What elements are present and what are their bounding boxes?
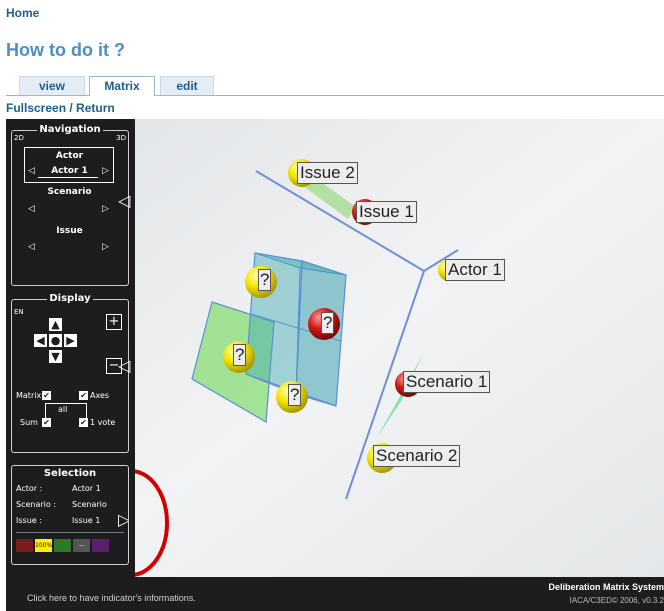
fullscreen-link[interactable]: Fullscreen bbox=[6, 101, 66, 115]
matrix-viewer[interactable]: Issue 2 Issue 1 Actor 1 Scenario 1 Scena… bbox=[6, 119, 664, 611]
swatch-yellow[interactable]: 100% bbox=[35, 539, 52, 552]
swatch-purple[interactable] bbox=[92, 539, 109, 552]
tab-edit[interactable]: edit bbox=[160, 76, 214, 95]
tab-matrix[interactable]: Matrix bbox=[89, 76, 155, 96]
home-link[interactable]: Home bbox=[6, 6, 39, 20]
label-unknown-top[interactable]: ? bbox=[258, 269, 272, 291]
selection-issue-row: Issue : Issue 1 bbox=[16, 516, 100, 525]
view-links: Fullscreen / Return bbox=[6, 101, 115, 115]
swatch-grey[interactable]: — bbox=[73, 539, 90, 552]
tab-view[interactable]: view bbox=[19, 76, 85, 95]
navigation-collapse-icon[interactable]: ◁ bbox=[118, 193, 130, 209]
selection-issue-key: Issue : bbox=[16, 516, 42, 525]
link-separator: / bbox=[66, 101, 77, 115]
selection-actor-key: Actor : bbox=[16, 484, 43, 493]
pan-up-icon[interactable]: ▲ bbox=[49, 318, 62, 331]
mode-3d-button[interactable]: 3D bbox=[116, 134, 126, 142]
label-issue1[interactable]: Issue 1 bbox=[356, 201, 417, 223]
label-unknown-bottom[interactable]: ? bbox=[288, 384, 302, 406]
sum-checkbox[interactable]: ✔ bbox=[42, 418, 51, 427]
axes-checkbox[interactable]: ✔ bbox=[79, 391, 88, 400]
scenario-label: Scenario bbox=[47, 187, 92, 197]
actor-prev-icon[interactable]: ◁ bbox=[28, 166, 35, 176]
pan-center-icon[interactable]: ● bbox=[49, 334, 62, 347]
issue-label: Issue bbox=[56, 226, 83, 236]
label-scenario2[interactable]: Scenario 2 bbox=[373, 445, 461, 467]
swatch-green[interactable] bbox=[54, 539, 71, 552]
matrix-label: Matrix bbox=[16, 391, 42, 400]
language-button[interactable]: EN bbox=[14, 308, 24, 316]
label-actor1[interactable]: Actor 1 bbox=[445, 259, 505, 281]
issue-prev-icon[interactable]: ◁ bbox=[28, 242, 35, 252]
pan-down-icon[interactable]: ▼ bbox=[49, 350, 62, 363]
selection-panel: Selection Actor : Actor 1 Scenario : Scena… bbox=[11, 465, 129, 565]
label-issue2[interactable]: Issue 2 bbox=[297, 162, 358, 184]
brand-name: Deliberation Matrix System bbox=[548, 582, 664, 592]
navigation-title: Navigation bbox=[37, 124, 103, 135]
scenario-next-icon[interactable]: ▷ bbox=[102, 204, 109, 214]
selection-scenario-row: Scenario : Scenario bbox=[16, 500, 107, 509]
actor-underline bbox=[38, 177, 98, 178]
matrix-checkbox[interactable]: ✔ bbox=[42, 391, 51, 400]
label-unknown-red[interactable]: ? bbox=[321, 312, 335, 334]
return-link[interactable]: Return bbox=[76, 101, 115, 115]
selection-actor-row: Actor : Actor 1 bbox=[16, 484, 101, 493]
selection-actor-value: Actor 1 bbox=[72, 484, 101, 493]
mode-2d-button[interactable]: 2D bbox=[14, 134, 24, 142]
label-scenario1[interactable]: Scenario 1 bbox=[403, 371, 491, 393]
indicator-info-link[interactable]: Click here to have indicator's informati… bbox=[27, 593, 196, 603]
selection-divider bbox=[16, 532, 124, 533]
tab-bar: view Matrix edit bbox=[6, 75, 664, 96]
display-panel: Display EN ▲ ◀ ● ▶ ▼ + − ◁ Matrix ✔ ✔ Ax… bbox=[11, 293, 130, 453]
display-title: Display bbox=[47, 293, 93, 304]
actor-next-icon[interactable]: ▷ bbox=[102, 166, 109, 176]
viewer-footer: Click here to have indicator's informati… bbox=[6, 577, 664, 611]
axes-label: Axes bbox=[90, 391, 110, 400]
sum-label: Sum bbox=[20, 418, 38, 427]
vote-checkbox[interactable]: ✔ bbox=[79, 418, 88, 427]
selection-scenario-key: Scenario : bbox=[16, 500, 57, 509]
page-title: How to do it ? bbox=[6, 40, 125, 60]
swatch-dark-red[interactable] bbox=[16, 539, 33, 552]
issue-next-icon[interactable]: ▷ bbox=[102, 242, 109, 252]
label-unknown-left[interactable]: ? bbox=[233, 344, 247, 366]
navigation-panel: Navigation 2D 3D Actor Actor 1 ◁ ▷ Scena… bbox=[11, 124, 130, 286]
copyright-text: IACA/C3ED© 2006, v0.3.2 bbox=[569, 596, 664, 605]
selection-scenario-value: Scenario bbox=[72, 500, 107, 509]
vote-label: 1 vote bbox=[90, 418, 116, 427]
selection-expand-icon[interactable]: ▷ bbox=[118, 512, 128, 528]
zoom-in-icon[interactable]: + bbox=[106, 314, 122, 330]
pan-left-icon[interactable]: ◀ bbox=[34, 334, 47, 347]
display-collapse-icon[interactable]: ◁ bbox=[118, 358, 130, 374]
scenario-prev-icon[interactable]: ◁ bbox=[28, 204, 35, 214]
selection-title: Selection bbox=[41, 468, 99, 479]
all-toggle[interactable]: all bbox=[58, 405, 67, 414]
actor-label: Actor bbox=[55, 151, 84, 161]
selection-issue-value: Issue 1 bbox=[72, 516, 101, 525]
pan-right-icon[interactable]: ▶ bbox=[64, 334, 77, 347]
control-panel: Navigation 2D 3D Actor Actor 1 ◁ ▷ Scena… bbox=[6, 119, 135, 577]
